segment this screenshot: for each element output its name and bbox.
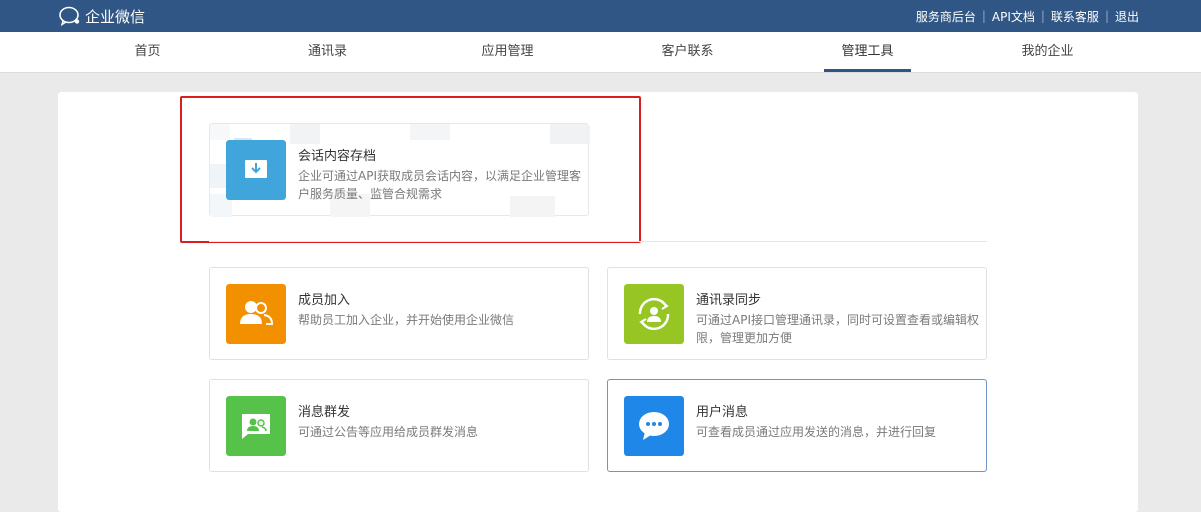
member-join-description: 帮助员工加入企业，并开始使用企业微信	[298, 313, 515, 327]
contact-sync-card[interactable]: 通讯录同步 可通过API接口管理通讯录，同时可设置查看或编辑权限，管理更加方便	[607, 267, 987, 360]
api-docs-link[interactable]: API文档	[992, 8, 1035, 25]
tab-contacts[interactable]: 通讯录	[284, 32, 371, 72]
separator: |	[1104, 9, 1109, 23]
member-join-card[interactable]: 成员加入 帮助员工加入企业，并开始使用企业微信	[209, 267, 589, 360]
user-message-icon	[624, 396, 684, 456]
contact-sync-title: 通讯录同步	[696, 293, 762, 308]
broadcast-message-icon	[226, 396, 286, 456]
wecom-logo-icon	[59, 6, 80, 26]
user-message-description: 可查看成员通过应用发送的消息，并进行回复	[696, 425, 937, 439]
separator: |	[981, 9, 986, 23]
brand-name: 企业微信	[85, 7, 146, 26]
contact-sync-icon	[624, 284, 684, 344]
broadcast-message-card[interactable]: 消息群发 可通过公告等应用给成员群发消息	[209, 379, 589, 472]
service-provider-link[interactable]: 服务商后台	[916, 8, 976, 25]
section-divider	[209, 241, 987, 242]
tab-customer-contact[interactable]: 客户联系	[644, 32, 731, 72]
top-links: 服务商后台 | API文档 | 联系客服 | 退出	[916, 0, 1139, 32]
user-message-card[interactable]: 用户消息 可查看成员通过应用发送的消息，并进行回复	[607, 379, 987, 472]
broadcast-message-description: 可通过公告等应用给成员群发消息	[298, 425, 479, 439]
member-join-title: 成员加入	[298, 293, 351, 308]
tab-my-enterprise[interactable]: 我的企业	[1004, 32, 1091, 72]
member-join-icon	[226, 284, 286, 344]
tab-home[interactable]: 首页	[104, 32, 191, 72]
main-nav: 首页 通讯录 应用管理 客户联系 管理工具 我的企业	[0, 32, 1201, 73]
separator: |	[1040, 9, 1045, 23]
brand-logo[interactable]: 企业微信	[58, 6, 145, 26]
logout-link[interactable]: 退出	[1115, 8, 1139, 25]
tab-app-management[interactable]: 应用管理	[464, 32, 551, 72]
broadcast-message-title: 消息群发	[298, 405, 351, 420]
highlight-box	[180, 96, 641, 243]
top-bar: 企业微信 服务商后台 | API文档 | 联系客服 | 退出	[0, 0, 1201, 32]
contact-support-link[interactable]: 联系客服	[1051, 8, 1099, 25]
user-message-title: 用户消息	[696, 405, 749, 420]
tab-management-tools[interactable]: 管理工具	[824, 32, 911, 72]
active-tab-indicator	[824, 69, 911, 72]
contact-sync-description: 可通过API接口管理通讯录，同时可设置查看或编辑权限，管理更加方便	[696, 313, 979, 345]
